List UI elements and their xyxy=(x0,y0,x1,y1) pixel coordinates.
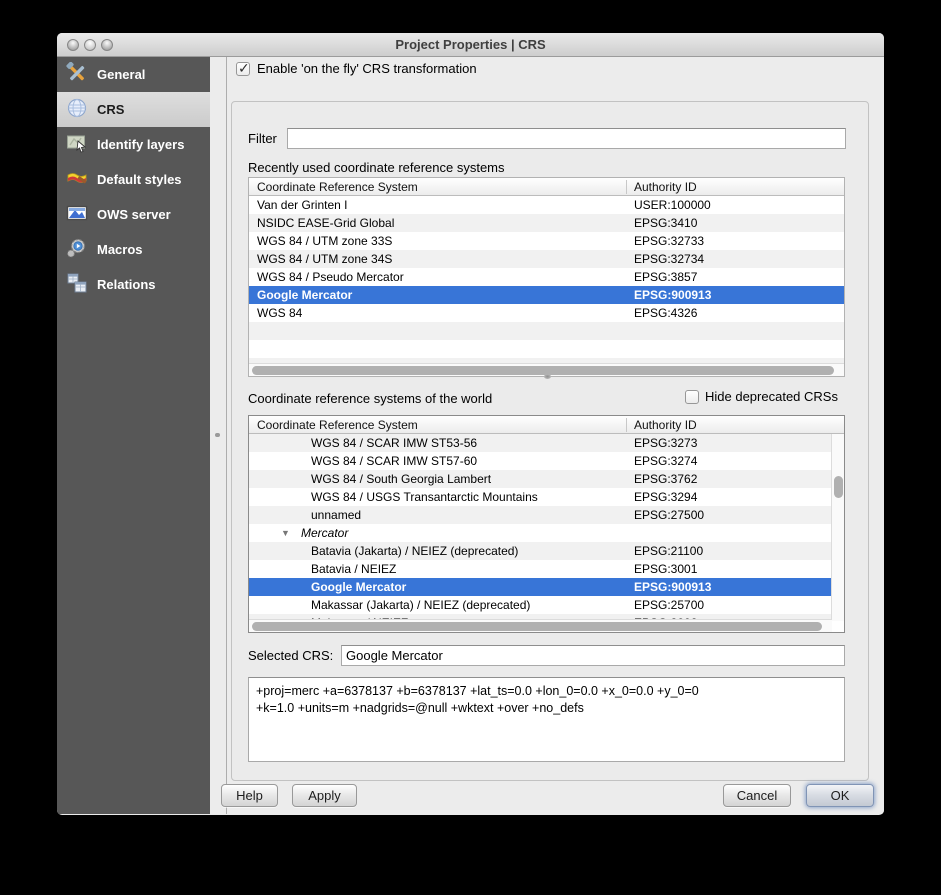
sidebar-item-label: Default styles xyxy=(97,172,182,187)
vertical-scrollbar[interactable] xyxy=(831,434,844,621)
horizontal-scrollbar[interactable] xyxy=(249,619,832,632)
table-row[interactable]: WGS 84 / USGS Transantarctic Mountains E… xyxy=(249,488,833,506)
close-button[interactable] xyxy=(67,39,79,51)
sidebar-item-label: General xyxy=(97,67,145,82)
sidebar-item-label: Macros xyxy=(97,242,143,257)
sidebar-item-label: Relations xyxy=(97,277,156,292)
sidebar-splitter[interactable] xyxy=(210,57,227,814)
globe-icon xyxy=(66,97,88,122)
sidebar-item-macros[interactable]: Macros xyxy=(57,232,210,267)
enable-otf-label: Enable 'on the fly' CRS transformation xyxy=(257,61,477,76)
header-authority-id[interactable]: Authority ID xyxy=(634,178,697,196)
recent-table-rows: Van der Grinten I USER:100000 NSIDC EASE… xyxy=(249,196,844,376)
sidebar-item-general[interactable]: General xyxy=(57,57,210,92)
world-crs-label: Coordinate reference systems of the worl… xyxy=(248,391,492,406)
cancel-button[interactable]: Cancel xyxy=(723,784,791,807)
splitter-handle-icon[interactable] xyxy=(215,433,220,437)
hide-deprecated-row: Hide deprecated CRSs xyxy=(685,389,838,404)
filter-input[interactable] xyxy=(287,128,846,149)
sidebar-item-relations[interactable]: Relations xyxy=(57,267,210,302)
tools-icon xyxy=(66,62,88,87)
scrollbar-thumb[interactable] xyxy=(252,366,834,375)
styles-icon xyxy=(66,167,88,192)
selected-crs-input[interactable] xyxy=(341,645,845,666)
sidebar-item-crs[interactable]: CRS xyxy=(57,92,210,127)
table-row-empty xyxy=(249,340,844,358)
zoom-button[interactable] xyxy=(101,39,113,51)
scrollbar-thumb[interactable] xyxy=(252,622,822,631)
sidebar-item-ows-server[interactable]: OWS server xyxy=(57,197,210,232)
table-row-empty xyxy=(249,322,844,340)
table-row-selected[interactable]: Google Mercator EPSG:900913 xyxy=(249,286,844,304)
table-row-selected[interactable]: Google Mercator EPSG:900913 xyxy=(249,578,833,596)
hide-deprecated-label: Hide deprecated CRSs xyxy=(705,389,838,404)
table-row[interactable]: NSIDC EASE-Grid Global EPSG:3410 xyxy=(249,214,844,232)
table-row[interactable]: Batavia / NEIEZ EPSG:3001 xyxy=(249,560,833,578)
table-row[interactable]: WGS 84 / Pseudo Mercator EPSG:3857 xyxy=(249,268,844,286)
crs-groupbox: Filter Recently used coordinate referenc… xyxy=(231,101,869,781)
tables-splitter-handle[interactable] xyxy=(544,374,551,379)
table-row[interactable]: unnamed EPSG:27500 xyxy=(249,506,833,524)
minimize-button[interactable] xyxy=(84,39,96,51)
sidebar: General CRS Identify layers Default styl… xyxy=(57,57,210,814)
help-button[interactable]: Help xyxy=(221,784,278,807)
world-crs-table: Coordinate Reference System Authority ID… xyxy=(248,415,845,633)
header-divider[interactable] xyxy=(626,418,627,432)
hide-deprecated-checkbox[interactable] xyxy=(685,390,699,404)
enable-otf-checkbox[interactable] xyxy=(236,62,250,76)
table-row[interactable]: WGS 84 / South Georgia Lambert EPSG:3762 xyxy=(249,470,833,488)
table-row[interactable]: WGS 84 EPSG:4326 xyxy=(249,304,844,322)
apply-button[interactable]: Apply xyxy=(292,784,357,807)
scrollbar-thumb[interactable] xyxy=(834,476,843,498)
table-row[interactable]: Makassar (Jakarta) / NEIEZ (deprecated) … xyxy=(249,596,833,614)
table-row[interactable]: Batavia (Jakarta) / NEIEZ (deprecated) E… xyxy=(249,542,833,560)
recent-table-header: Coordinate Reference System Authority ID xyxy=(249,178,844,196)
header-crs-name[interactable]: Coordinate Reference System xyxy=(257,416,418,434)
table-row[interactable]: WGS 84 / UTM zone 34S EPSG:32734 xyxy=(249,250,844,268)
table-row[interactable]: Van der Grinten I USER:100000 xyxy=(249,196,844,214)
sidebar-item-label: Identify layers xyxy=(97,137,184,152)
ok-button[interactable]: OK xyxy=(806,784,874,807)
sidebar-item-label: CRS xyxy=(97,102,124,117)
macros-icon xyxy=(66,237,88,262)
identify-layers-icon xyxy=(66,132,88,157)
header-crs-name[interactable]: Coordinate Reference System xyxy=(257,178,418,196)
disclosure-triangle-icon[interactable]: ▼ xyxy=(281,524,290,542)
filter-label: Filter xyxy=(248,131,277,146)
sidebar-item-label: OWS server xyxy=(97,207,171,222)
sidebar-item-default-styles[interactable]: Default styles xyxy=(57,162,210,197)
window-title: Project Properties | CRS xyxy=(57,33,884,57)
relations-icon xyxy=(66,272,88,297)
header-divider[interactable] xyxy=(626,180,627,194)
table-row[interactable]: WGS 84 / SCAR IMW ST53-56 EPSG:3273 xyxy=(249,434,833,452)
table-row[interactable]: WGS 84 / SCAR IMW ST57-60 EPSG:3274 xyxy=(249,452,833,470)
ows-server-icon xyxy=(66,202,88,227)
table-row-group-mercator[interactable]: ▼ Mercator xyxy=(249,524,833,542)
selected-crs-label: Selected CRS: xyxy=(248,648,333,663)
enable-otf-row: Enable 'on the fly' CRS transformation xyxy=(236,61,477,76)
proj4-definition-textarea[interactable]: +proj=merc +a=6378137 +b=6378137 +lat_ts… xyxy=(248,677,845,762)
world-table-rows: WGS 84 / SCAR IMW ST53-56 EPSG:3273 WGS … xyxy=(249,434,833,621)
project-properties-window: Project Properties | CRS General CRS Ide… xyxy=(57,33,884,815)
header-authority-id[interactable]: Authority ID xyxy=(634,416,697,434)
sidebar-item-identify-layers[interactable]: Identify layers xyxy=(57,127,210,162)
table-row[interactable]: WGS 84 / UTM zone 33S EPSG:32733 xyxy=(249,232,844,250)
title-bar[interactable]: Project Properties | CRS xyxy=(57,33,884,57)
crs-panel: Enable 'on the fly' CRS transformation F… xyxy=(227,57,884,814)
recent-crs-label: Recently used coordinate reference syste… xyxy=(248,160,505,175)
world-table-header: Coordinate Reference System Authority ID xyxy=(249,416,844,434)
recent-crs-table: Coordinate Reference System Authority ID… xyxy=(248,177,845,377)
